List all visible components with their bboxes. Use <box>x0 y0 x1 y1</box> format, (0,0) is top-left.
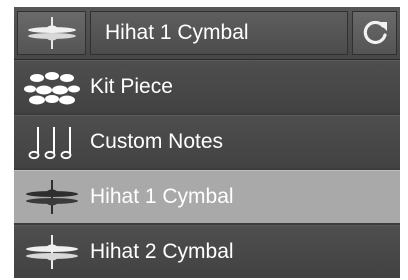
menu-item-label: Hihat 1 Cymbal <box>90 185 234 208</box>
music-notes-icon <box>28 127 72 160</box>
drum-kit-icon <box>24 72 80 105</box>
menu-item-kit-piece[interactable]: Kit Piece <box>14 60 400 113</box>
menu-item-label: Custom Notes <box>90 130 224 153</box>
header-title[interactable]: Hihat 1 Cymbal <box>90 11 348 55</box>
menu-item-custom-notes[interactable]: Custom Notes <box>14 115 400 168</box>
header-instrument-button[interactable] <box>17 11 86 55</box>
hihat-cymbal-icon <box>26 235 78 269</box>
picker-header: Hihat 1 Cymbal <box>14 7 400 60</box>
menu-item-label: Kit Piece <box>90 75 173 98</box>
hihat-cymbal-icon <box>26 180 78 214</box>
menu-item-hihat-2-cymbal[interactable]: Hihat 2 Cymbal <box>14 225 400 278</box>
menu-item-hihat-1-cymbal[interactable]: Hihat 1 Cymbal <box>14 170 400 223</box>
instrument-menu: Kit Piece Custom Notes Hihat 1 Cymbal Hi… <box>14 60 400 280</box>
menu-item-label: Hihat 2 Cymbal <box>90 240 234 263</box>
refresh-button[interactable] <box>352 11 397 55</box>
hihat-cymbal-icon <box>27 17 76 49</box>
instrument-picker-panel: Hihat 1 Cymbal Kit Piece Custom Notes Hi… <box>14 7 400 280</box>
refresh-icon <box>363 20 387 45</box>
